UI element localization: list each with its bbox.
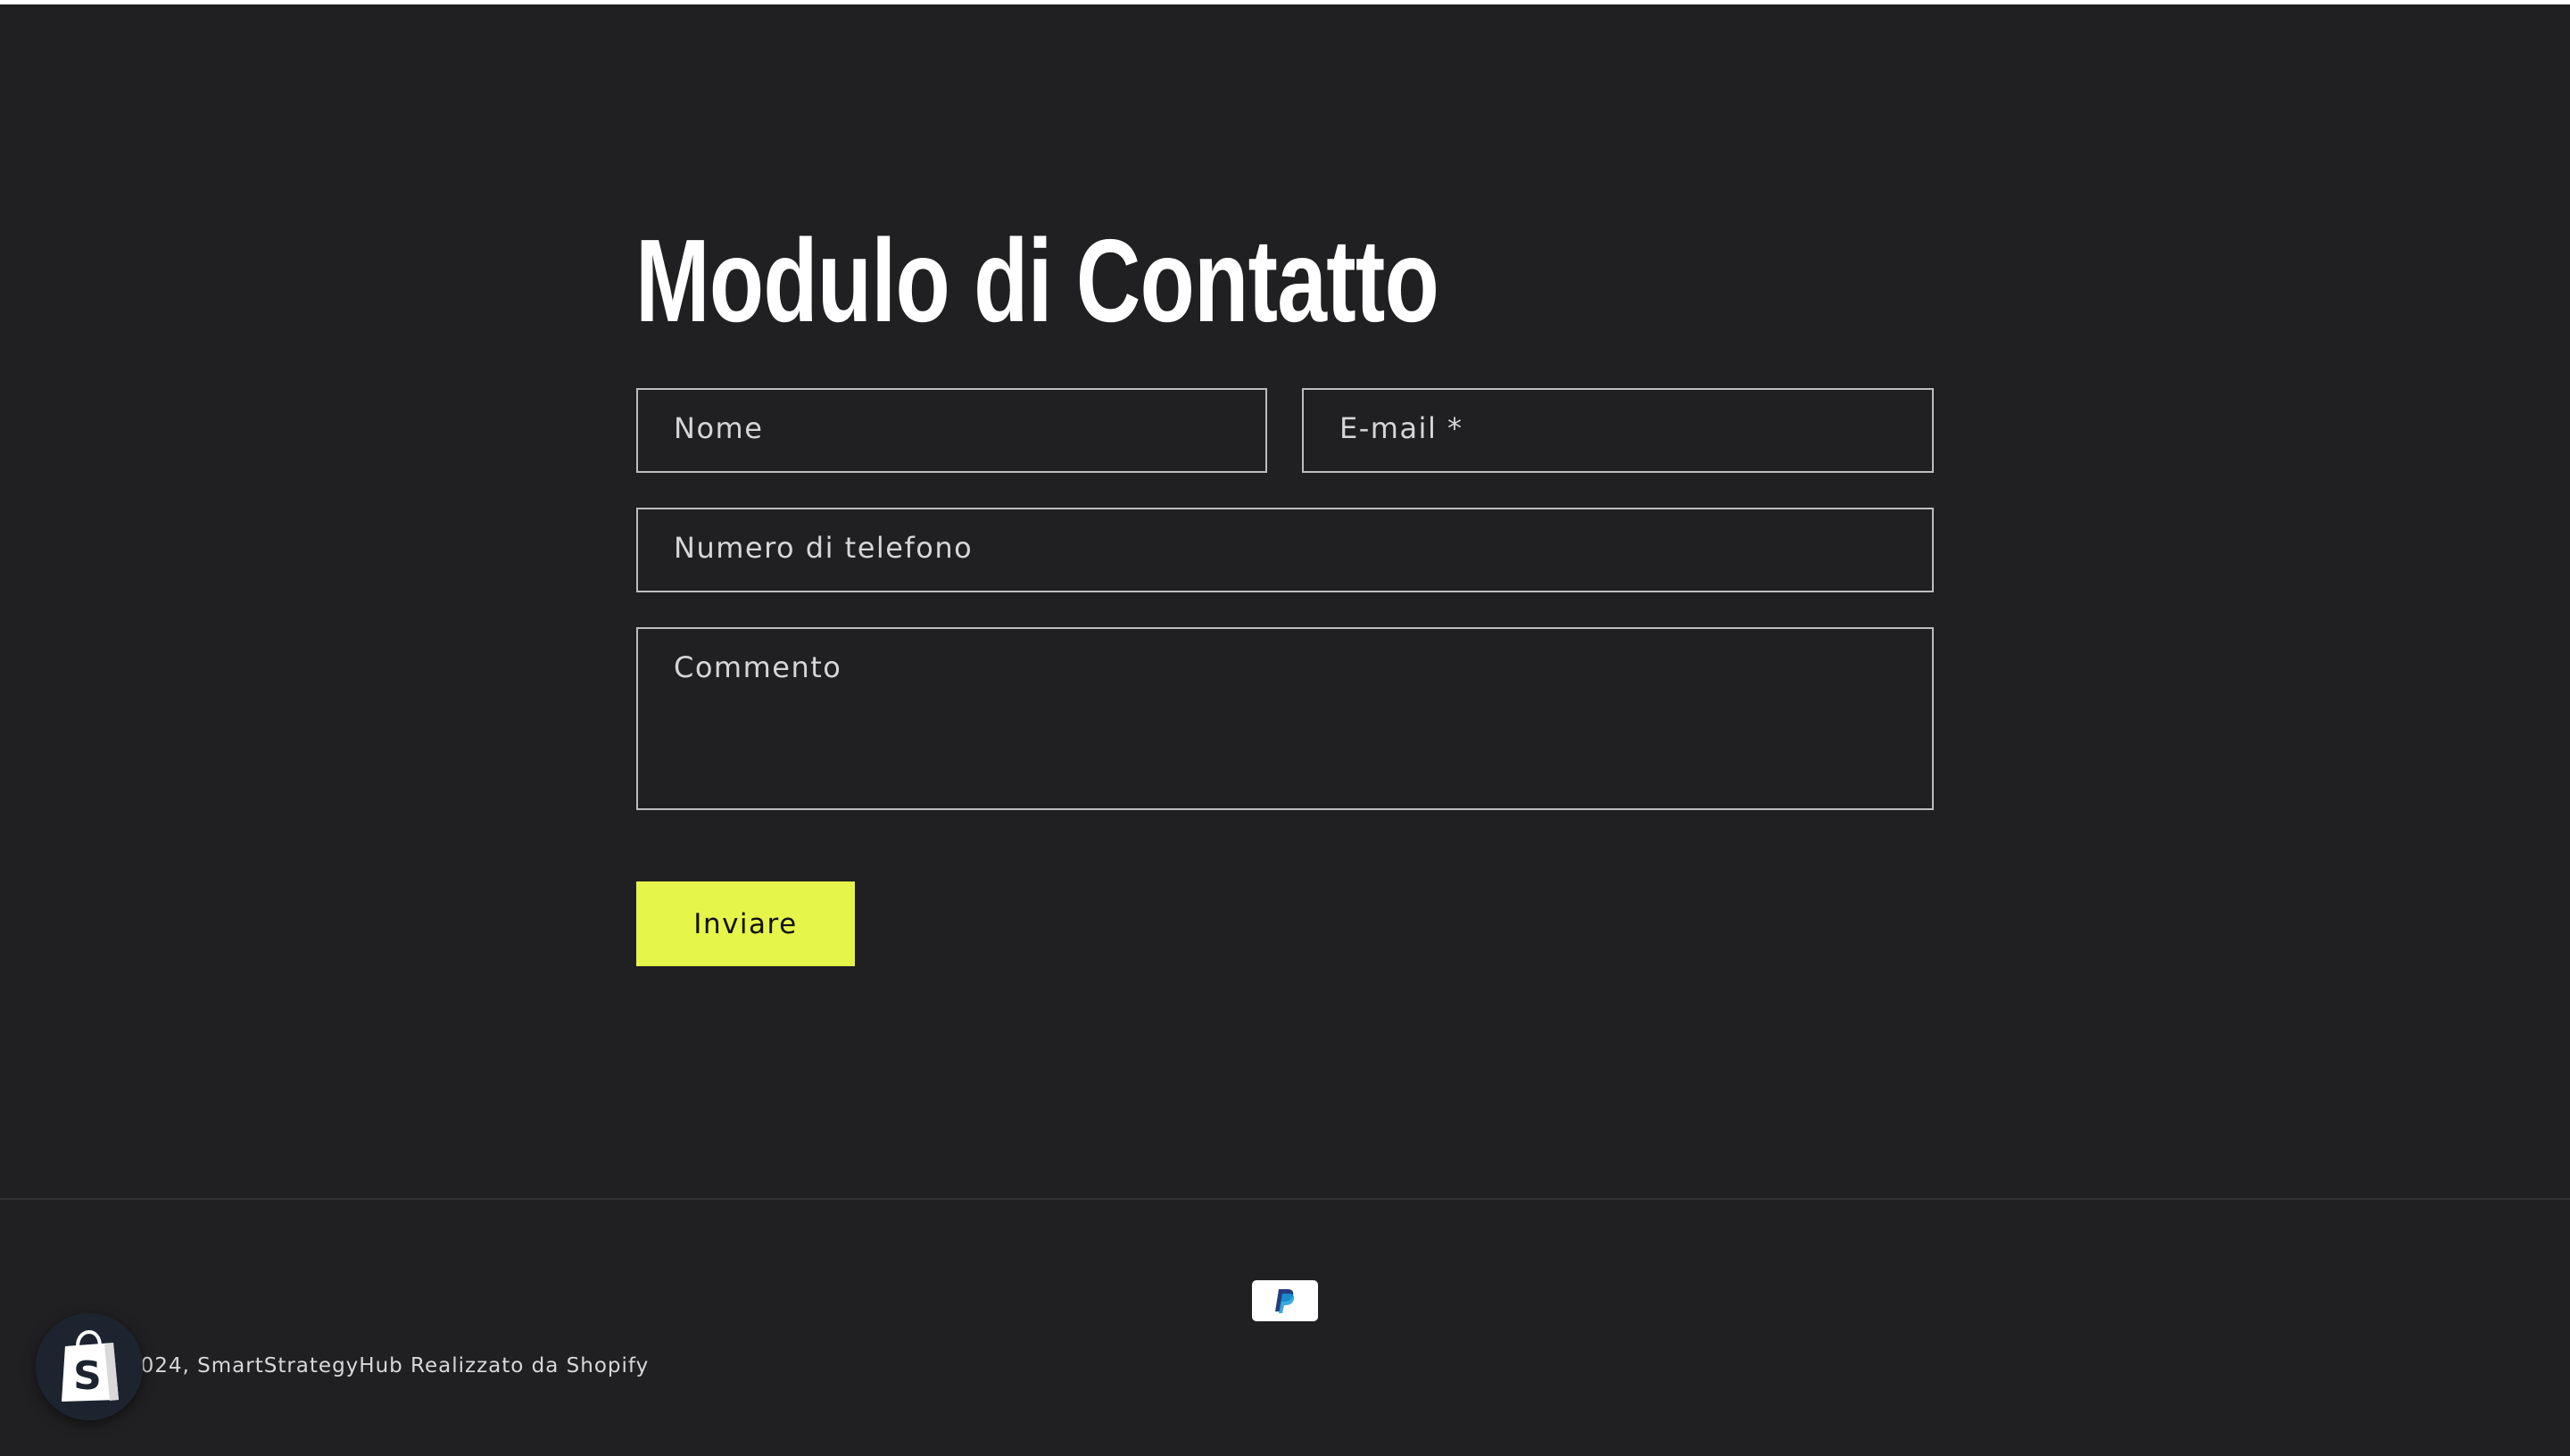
name-field-label: Nome — [674, 411, 764, 445]
copyright-text: ©2024, SmartStrategyHub Realizzato da Sh… — [105, 1354, 650, 1377]
email-field[interactable]: E-mail * — [1302, 388, 1934, 473]
footer — [0, 1200, 2570, 1456]
email-field-label: E-mail * — [1339, 411, 1463, 445]
paypal-logo-shape — [1275, 1289, 1295, 1313]
shopify-badge[interactable]: S — [36, 1313, 143, 1420]
name-field[interactable]: Nome — [636, 388, 1267, 473]
page-title: Modulo di Contatto — [635, 215, 1439, 346]
phone-field[interactable]: Numero di telefono — [636, 508, 1934, 592]
comment-field-label: Commento — [674, 650, 842, 684]
svg-text:S: S — [73, 1353, 102, 1399]
contact-section — [0, 4, 2570, 1199]
paypal-icon — [1252, 1280, 1318, 1321]
shopify-bag-icon: S — [62, 1330, 119, 1402]
comment-field[interactable]: Commento — [636, 627, 1934, 810]
submit-button[interactable]: Inviare — [636, 881, 855, 966]
phone-field-label: Numero di telefono — [674, 531, 974, 565]
